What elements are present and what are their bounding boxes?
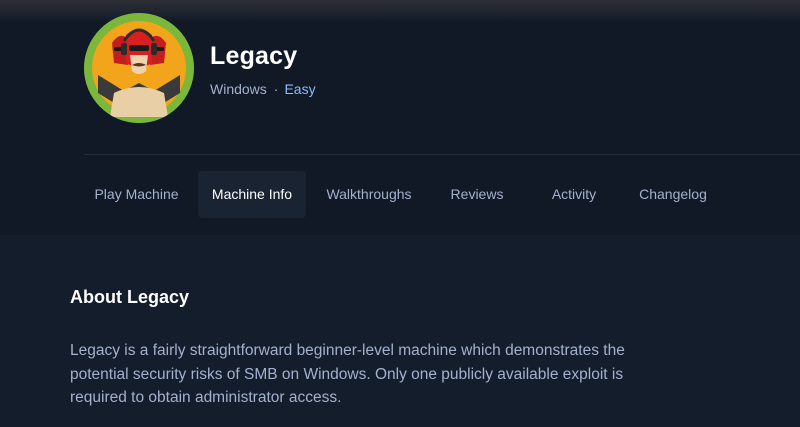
tab-play-machine[interactable]: Play Machine [84, 171, 189, 218]
about-description: Legacy is a fairly straightforward begin… [70, 342, 625, 406]
machine-meta: Windows · Easy [210, 81, 316, 97]
masked-hacker-avatar-icon [84, 13, 194, 123]
machine-header: Legacy Windows · Easy Play Machine Machine… [0, 0, 800, 235]
tab-changelog[interactable]: Changelog [628, 171, 718, 218]
machine-os: Windows [210, 81, 267, 97]
about-title: About Legacy [70, 287, 190, 307]
machine-name: Legacy [210, 42, 298, 70]
tab-machine-info[interactable]: Machine Info [198, 171, 306, 218]
tab-reviews[interactable]: Reviews [434, 171, 520, 218]
tab-activity[interactable]: Activity [534, 171, 614, 218]
meta-separator: · [273, 81, 279, 97]
tab-walkthroughs[interactable]: Walkthroughs [315, 171, 423, 218]
machine-difficulty: Easy [284, 81, 316, 97]
machine-avatar [84, 13, 194, 123]
header-divider [84, 154, 800, 155]
